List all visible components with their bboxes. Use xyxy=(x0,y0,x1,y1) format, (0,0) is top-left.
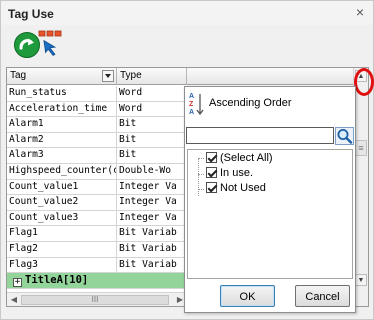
cell-tag: Alarm1 xyxy=(7,117,117,133)
scroll-left-icon[interactable]: ◀ xyxy=(9,295,19,305)
tag-use-window: Tag Use × Tag Type Run_status Word Accel… xyxy=(0,0,374,320)
table-row[interactable]: Flag3 Bit Variab xyxy=(7,257,187,274)
checkbox-in-use[interactable] xyxy=(206,167,217,178)
cell-type: Integer Va xyxy=(117,210,187,226)
search-icon xyxy=(337,129,353,144)
cell-tag: Count_value2 xyxy=(7,195,117,211)
cell-type: Integer Va xyxy=(117,179,187,195)
grid-rows: Run_status Word Acceleration_time Word Alarm… xyxy=(7,86,187,289)
vertical-scroll-thumb[interactable]: ≡ xyxy=(355,140,367,156)
filter-checklist: (Select All) In use. Not Used xyxy=(187,149,353,279)
cell-tag: Acceleration_time xyxy=(7,101,117,117)
cell-type: Double-Wo xyxy=(117,163,187,179)
title-bar: Tag Use × xyxy=(1,1,373,25)
cell-type: Bit Variab xyxy=(117,226,187,242)
sort-ascending-option[interactable]: A Z A Ascending Order xyxy=(189,91,349,117)
table-row[interactable]: Count_value1 Integer Va xyxy=(7,179,187,196)
jump-to-location-icon[interactable] xyxy=(37,28,69,60)
table-row[interactable]: Alarm1 Bit xyxy=(7,117,187,133)
cell-type: Word xyxy=(117,86,187,101)
cell-type: Bit Variab xyxy=(117,257,187,273)
column-header-tag-label: Tag xyxy=(10,70,27,81)
filter-item-label: In use. xyxy=(220,167,254,179)
cell-tag: Count_value1 xyxy=(7,179,117,195)
highlight-circle-annotation xyxy=(354,68,374,96)
cell-tag: Run_status xyxy=(7,86,117,101)
table-row[interactable]: Run_status Word xyxy=(7,86,187,102)
table-row[interactable]: Flag2 Bit Variab xyxy=(7,241,187,258)
svg-text:A: A xyxy=(189,93,194,100)
tag-filter-dropdown-icon[interactable] xyxy=(102,70,114,82)
cell-tag: Highspeed_counter(cu xyxy=(7,163,117,179)
table-row[interactable]: Count_value3 Integer Va xyxy=(7,210,187,227)
filter-item-select-all[interactable]: (Select All) xyxy=(206,152,273,165)
cell-tag: Flag2 xyxy=(7,241,117,257)
filter-item-label: Not Used xyxy=(220,182,266,194)
close-icon[interactable]: × xyxy=(353,5,367,19)
group-row-label: TitleA[10] xyxy=(25,274,89,287)
checkbox-not-used[interactable] xyxy=(206,182,217,193)
filter-item-not-used[interactable]: Not Used xyxy=(206,182,266,195)
scroll-down-icon[interactable]: ▼ xyxy=(355,274,367,286)
column-header-type-label: Type xyxy=(120,70,142,81)
filter-popup: A Z A Ascending Order (Select All) In us… xyxy=(184,86,356,313)
cell-tag: Alarm2 xyxy=(7,132,117,148)
cell-type: Bit xyxy=(117,132,187,148)
cell-tag: Flag1 xyxy=(7,226,117,242)
table-row[interactable]: Alarm2 Bit xyxy=(7,132,187,149)
table-row[interactable]: Alarm3 Bit xyxy=(7,148,187,164)
column-header-type[interactable]: Type xyxy=(117,68,187,85)
window-title: Tag Use xyxy=(8,7,54,21)
filter-item-in-use[interactable]: In use. xyxy=(206,167,253,180)
table-row[interactable]: Flag1 Bit Variab xyxy=(7,226,187,242)
checkbox-select-all[interactable] xyxy=(206,152,217,163)
svg-text:Z: Z xyxy=(189,101,194,108)
column-header-tag[interactable]: Tag xyxy=(7,68,117,85)
search-button[interactable] xyxy=(335,127,354,145)
expand-icon[interactable]: + xyxy=(13,278,22,288)
cell-type: Bit xyxy=(117,117,187,133)
cell-type: Bit Variab xyxy=(117,241,187,257)
cell-tag: Count_value3 xyxy=(7,210,117,226)
toolbar xyxy=(1,25,373,65)
table-row[interactable]: Count_value2 Integer Va xyxy=(7,195,187,211)
table-row[interactable]: Acceleration_time Word xyxy=(7,101,187,118)
cell-type: Bit xyxy=(117,148,187,164)
grid-header: Tag Type xyxy=(7,68,368,85)
cancel-button[interactable]: Cancel xyxy=(295,285,350,307)
horizontal-scrollbar[interactable]: ◀ III ▶ xyxy=(7,292,187,306)
cell-type: Integer Va xyxy=(117,195,187,211)
cell-tag: Flag3 xyxy=(7,257,117,273)
sort-ascending-icon: A Z A xyxy=(189,93,204,116)
cell-type: Word xyxy=(117,101,187,117)
tree-connector xyxy=(198,158,204,159)
filter-search-input[interactable] xyxy=(186,127,334,144)
tree-connector xyxy=(198,174,204,175)
tree-connector xyxy=(198,189,204,190)
group-row-cell: + TitleA[10] xyxy=(7,273,187,288)
ok-button[interactable]: OK xyxy=(220,285,275,307)
table-row[interactable]: Highspeed_counter(cu Double-Wo xyxy=(7,163,187,180)
group-row[interactable]: + TitleA[10] xyxy=(7,273,187,289)
filter-item-label: (Select All) xyxy=(220,152,273,164)
tree-connector xyxy=(198,158,199,196)
sort-ascending-label: Ascending Order xyxy=(209,97,292,109)
svg-text:A: A xyxy=(189,109,194,116)
horizontal-scroll-thumb[interactable]: III xyxy=(21,295,169,305)
cell-tag: Alarm3 xyxy=(7,148,117,164)
